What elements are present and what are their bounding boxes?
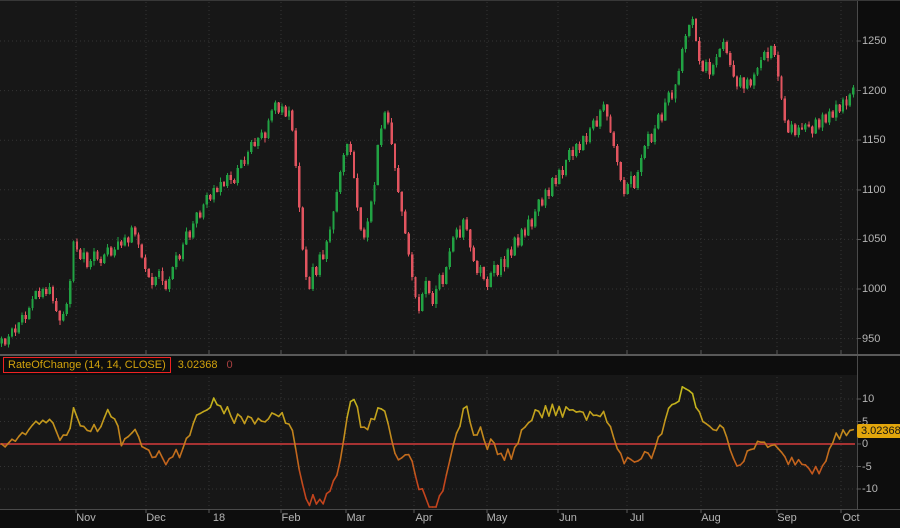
chart-canvas[interactable] — [0, 1, 900, 528]
time-axis-label: Jul — [630, 512, 644, 524]
candlestick-series — [1, 16, 855, 347]
indicator-legend-label[interactable]: RateOfChange (14, 14, CLOSE) — [3, 357, 171, 373]
price-axis-label: 1000 — [862, 283, 886, 295]
indicator-axis-label: -5 — [862, 461, 872, 473]
time-axis-label: Aug — [701, 512, 721, 524]
indicator-value: 3.02368 — [178, 359, 218, 371]
price-axis-label: 1200 — [862, 85, 886, 97]
pane-separator[interactable] — [0, 354, 900, 356]
time-axis-label: Feb — [282, 512, 301, 524]
indicator-axis-label: -10 — [862, 483, 878, 495]
grid — [0, 2, 857, 507]
time-axis-label: Mar — [347, 512, 366, 524]
indicator-axis-badge: 3.02368 — [857, 424, 900, 438]
time-axis-label: Dec — [146, 512, 166, 524]
indicator-legend: RateOfChange (14, 14, CLOSE) 3.02368 0 — [3, 357, 233, 373]
time-axis-label: Nov — [76, 512, 96, 524]
axis-ticks — [76, 41, 861, 513]
time-axis-label: Jun — [559, 512, 577, 524]
time-axis-label: Sep — [777, 512, 797, 524]
indicator-axis-label: 10 — [862, 393, 874, 405]
time-axis-label: Oct — [842, 512, 859, 524]
time-axis-label: 18 — [213, 512, 225, 524]
trading-chart-window: RateOfChange (14, 14, CLOSE) 3.02368 0 1… — [0, 0, 900, 528]
time-axis-label: May — [487, 512, 508, 524]
time-axis[interactable] — [0, 509, 900, 528]
price-axis-label: 1250 — [862, 35, 886, 47]
price-axis-label: 1050 — [862, 233, 886, 245]
time-axis-label: Apr — [415, 512, 432, 524]
price-axis-label: 1100 — [862, 184, 886, 196]
price-axis-label: 1150 — [862, 134, 886, 146]
roc-line-series — [2, 387, 854, 507]
indicator-zero-value: 0 — [227, 359, 233, 371]
price-axis-label: 950 — [862, 333, 880, 345]
indicator-axis-label: 0 — [862, 438, 868, 450]
